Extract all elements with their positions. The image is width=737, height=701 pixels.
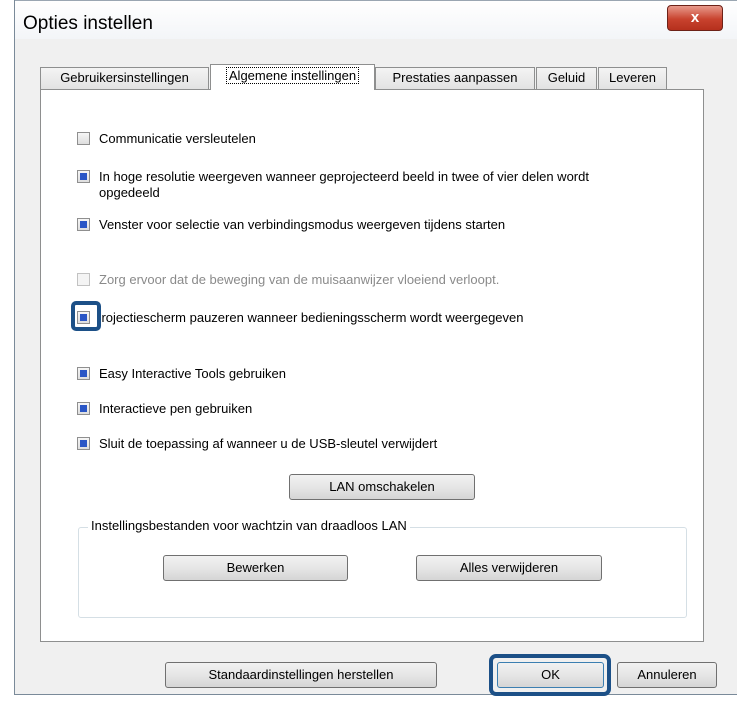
delete-all-button[interactable]: Alles verwijderen	[416, 555, 602, 581]
option-label: Venster voor selectie van verbindingsmod…	[99, 217, 506, 232]
option-label: Zorg ervoor dat de beweging van de muisa…	[99, 272, 500, 287]
tab-prestaties-aanpassen[interactable]: Prestaties aanpassen	[375, 67, 535, 89]
checkbox[interactable]	[77, 402, 90, 415]
checkbox[interactable]	[77, 132, 90, 145]
tab-label: Prestaties aanpassen	[392, 70, 518, 85]
option-label: Sluit de toepassing af wanneer u de USB-…	[99, 436, 438, 451]
tab-geluid[interactable]: Geluid	[536, 67, 597, 89]
option-label: Communicatie versleutelen	[99, 131, 256, 146]
title-bar: Opties instellen x	[15, 0, 737, 39]
tab-label: Leveren	[609, 70, 656, 85]
cancel-button[interactable]: Annuleren	[617, 662, 717, 688]
ok-button-highlight	[489, 654, 611, 696]
checkbox[interactable]	[77, 170, 90, 183]
close-icon: x	[690, 9, 700, 26]
restore-defaults-button[interactable]: Standaardinstellingen herstellen	[165, 662, 437, 688]
checkbox	[77, 273, 90, 286]
tab-algemene-instellingen[interactable]: Algemene instellingen	[210, 64, 375, 90]
tab-label: Gebruikersinstellingen	[60, 70, 189, 85]
tab-leveren[interactable]: Leveren	[598, 67, 667, 89]
lan-switch-button[interactable]: LAN omschakelen	[289, 474, 475, 500]
window-title: Opties instellen	[23, 13, 153, 34]
close-button[interactable]: x	[667, 5, 723, 31]
option-label: Easy Interactive Tools gebruiken	[99, 366, 286, 381]
edit-button[interactable]: Bewerken	[163, 555, 348, 581]
option-label: Interactieve pen gebruiken	[99, 401, 253, 416]
option-label: In hoge resolutie weergeven wanneer gepr…	[99, 169, 589, 184]
checkbox[interactable]	[77, 218, 90, 231]
tab-gebruikersinstellingen[interactable]: Gebruikersinstellingen	[40, 67, 209, 89]
option-label-continued: opgedeeld	[99, 185, 160, 200]
checkbox-highlight	[71, 301, 101, 331]
checkbox[interactable]	[77, 437, 90, 450]
tab-label: Geluid	[547, 70, 586, 85]
option-label: 'rojectiescherm pauzeren wanneer bedieni…	[99, 310, 524, 325]
checkbox[interactable]	[77, 367, 90, 380]
group-title: Instellingsbestanden voor wachtzin van d…	[88, 518, 410, 533]
tab-label: Algemene instellingen	[225, 67, 360, 84]
